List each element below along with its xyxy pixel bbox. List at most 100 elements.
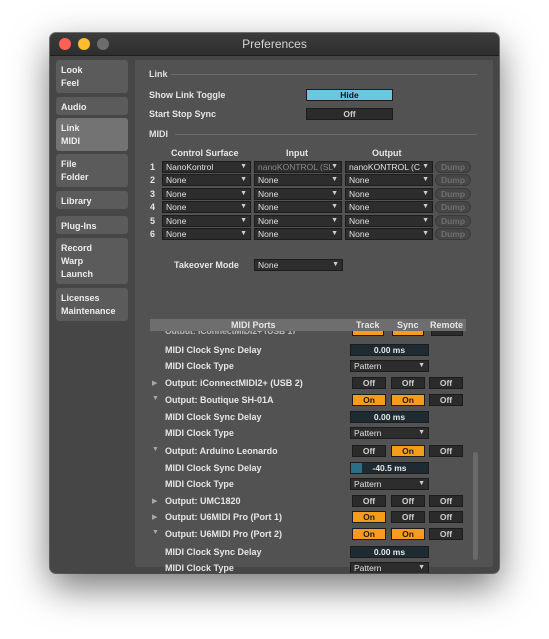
show-link-toggle-button[interactable]: Hide (306, 89, 393, 101)
tab-plug-ins[interactable]: Plug-Ins (56, 216, 128, 234)
chevron-down-icon: ▼ (332, 261, 339, 268)
select-value: None (166, 175, 187, 185)
output-select[interactable]: None ▼ (345, 174, 433, 186)
dump-button[interactable]: Dump (435, 188, 471, 200)
clock-type-select[interactable]: Pattern ▼ (350, 562, 429, 573)
track-toggle[interactable]: Off (352, 495, 386, 507)
control-surface-select[interactable]: NanoKontrol ▼ (162, 161, 251, 173)
row-number: 5 (150, 216, 156, 226)
clock-type-select[interactable]: Pattern ▼ (350, 360, 429, 372)
select-value: None (349, 216, 370, 226)
input-select[interactable]: None ▼ (254, 215, 342, 227)
control-surface-select[interactable]: None ▼ (162, 174, 251, 186)
tab-label: Maintenance (61, 306, 116, 316)
sync-toggle[interactable]: Off (391, 377, 425, 389)
control-surface-select[interactable]: None ▼ (162, 201, 251, 213)
scrollbar[interactable] (473, 452, 478, 560)
clock-sync-delay-value[interactable]: 0.00 ms (350, 411, 429, 423)
show-link-toggle-label: Show Link Toggle (149, 90, 226, 100)
window-title: Preferences (242, 37, 307, 51)
tab-label: Record (61, 243, 93, 253)
select-value: None (258, 229, 279, 239)
clock-sync-delay-value[interactable]: 0.00 ms (350, 344, 429, 356)
control-surface-select[interactable]: None ▼ (162, 215, 251, 227)
input-select[interactable]: nanoKONTROL (SL ▼ (254, 161, 342, 173)
remote-toggle[interactable]: Off (429, 377, 463, 389)
dump-button[interactable]: Dump (435, 174, 471, 186)
remote-column-header: Remote (430, 320, 464, 330)
select-value: None (258, 216, 279, 226)
clock-type-label: MIDI Clock Type (165, 361, 234, 371)
tab-audio[interactable]: Audio (56, 97, 128, 115)
remote-toggle[interactable]: Off (429, 445, 463, 457)
tab-library[interactable]: Library (56, 191, 128, 209)
remote-toggle[interactable]: Off (429, 495, 463, 507)
select-value: None (349, 189, 370, 199)
track-toggle[interactable]: On (352, 394, 386, 406)
input-select[interactable]: None ▼ (254, 188, 342, 200)
output-select[interactable]: None ▼ (345, 188, 433, 200)
expand-triangle-icon[interactable]: ▶ (152, 379, 157, 387)
clock-sync-delay-value[interactable]: -40.5 ms (350, 462, 429, 474)
collapse-triangle-icon[interactable]: ▼ (152, 395, 159, 402)
track-toggle[interactable]: On (352, 528, 386, 540)
chevron-down-icon: ▼ (422, 230, 429, 237)
clock-type-select[interactable]: Pattern ▼ (350, 427, 429, 439)
chevron-down-icon: ▼ (331, 203, 338, 210)
output-select[interactable]: nanoKONTROL (C ▼ (345, 161, 433, 173)
midi-section-title: MIDI (149, 129, 168, 139)
sync-toggle[interactable]: Off (391, 511, 425, 523)
remote-toggle[interactable]: Off (429, 511, 463, 523)
chevron-down-icon: ▼ (331, 230, 338, 237)
sync-toggle[interactable]: On (391, 445, 425, 457)
sync-toggle[interactable]: Off (391, 495, 425, 507)
link-midi-panel: Link Show Link Toggle Hide Start Stop Sy… (135, 60, 493, 573)
dump-button[interactable]: Dump (435, 161, 471, 173)
sync-toggle[interactable]: On (391, 528, 425, 540)
clock-type-select[interactable]: Pattern ▼ (350, 478, 429, 490)
tab-record-warp-launch[interactable]: Record Warp Launch (56, 238, 128, 284)
chevron-down-icon: ▼ (422, 203, 429, 210)
port-name: Output: U6MIDI Pro (Port 2) (165, 529, 282, 539)
tab-label: Library (61, 196, 92, 206)
dump-button[interactable]: Dump (435, 201, 471, 213)
select-value: Pattern (354, 428, 382, 438)
tab-licenses-maintenance[interactable]: Licenses Maintenance (56, 288, 128, 321)
select-value: nanoKONTROL (C (349, 162, 421, 172)
chevron-down-icon: ▼ (418, 429, 425, 436)
track-toggle[interactable]: On (352, 511, 386, 523)
select-value: None (349, 202, 370, 212)
takeover-mode-select[interactable]: None ▼ (254, 259, 343, 271)
track-toggle[interactable]: Off (352, 445, 386, 457)
input-select[interactable]: None ▼ (254, 228, 342, 240)
start-stop-sync-button[interactable]: Off (306, 108, 393, 120)
input-select[interactable]: None ▼ (254, 174, 342, 186)
dump-button[interactable]: Dump (435, 228, 471, 240)
tab-file-folder[interactable]: File Folder (56, 154, 128, 187)
output-select[interactable]: None ▼ (345, 201, 433, 213)
tab-label: Folder (61, 172, 89, 182)
collapse-triangle-icon[interactable]: ▼ (152, 446, 159, 453)
input-select[interactable]: None ▼ (254, 201, 342, 213)
chevron-down-icon: ▼ (240, 230, 247, 237)
collapse-triangle-icon[interactable]: ▼ (152, 529, 159, 536)
select-value: None (258, 189, 279, 199)
track-toggle[interactable]: Off (352, 377, 386, 389)
chevron-down-icon: ▼ (418, 480, 425, 487)
control-surface-select[interactable]: None ▼ (162, 228, 251, 240)
dump-button[interactable]: Dump (435, 215, 471, 227)
control-surface-select[interactable]: None ▼ (162, 188, 251, 200)
output-select[interactable]: None ▼ (345, 228, 433, 240)
expand-triangle-icon[interactable]: ▶ (152, 513, 157, 521)
section-divider (175, 134, 477, 135)
expand-triangle-icon[interactable]: ▶ (152, 497, 157, 505)
remote-toggle[interactable]: Off (429, 528, 463, 540)
tab-look-feel[interactable]: Look Feel (56, 60, 128, 93)
chevron-down-icon: ▼ (418, 362, 425, 369)
sync-toggle[interactable]: On (391, 394, 425, 406)
input-header: Input (286, 148, 308, 158)
clock-sync-delay-value[interactable]: 0.00 ms (350, 546, 429, 558)
remote-toggle[interactable]: Off (429, 394, 463, 406)
tab-link-midi[interactable]: Link MIDI (56, 118, 128, 151)
output-select[interactable]: None ▼ (345, 215, 433, 227)
